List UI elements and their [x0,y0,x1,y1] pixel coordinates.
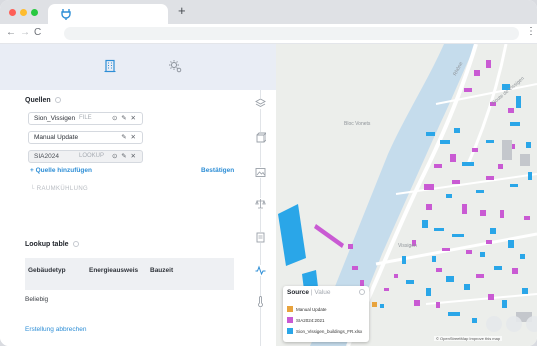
close-window-button[interactable] [9,9,16,16]
zoom-in-button[interactable] [506,316,522,332]
source-type: LOOKUP [79,153,105,159]
map-label-street: Vissigen [398,243,417,249]
legend-item-sia2024: SIA2024:2021 [287,317,325,324]
lookup-table-header: Gebäudetyp Energieausweis Bauzeit [25,258,234,290]
legend-title-source[interactable]: Source [287,289,309,296]
browser-menu-button[interactable]: ⋮ [526,26,536,38]
map-attribution[interactable]: © OpenStreetMap Improve this map [434,336,503,341]
scale-icon[interactable] [255,198,266,209]
step-rail [245,90,276,346]
cancel-creation-button[interactable]: Erstellung abbrechen [25,326,86,333]
minimize-window-button[interactable] [20,9,27,16]
browser-toolbar: ← → C ⋮ [0,24,537,44]
legend-settings-icon[interactable] [359,289,365,295]
zoom-out-button[interactable] [526,316,537,332]
legend-title: Source | Value [287,289,331,296]
info-icon[interactable] [72,241,79,247]
sources-panel [0,90,245,346]
map-legend: Source | Value Manual Update SIA2024:202… [283,286,369,342]
browser-window: + ← → C ⋮ Quellen Sion_Vissigen FILE ⊙ ✎… [0,0,537,346]
source-actions[interactable]: ✎ ✕ [121,132,137,143]
activity-icon[interactable] [255,265,266,276]
layers-icon[interactable] [255,98,266,109]
source-row-manual-update[interactable]: Manual Update ✎ ✕ [28,131,143,144]
reload-button[interactable]: C [34,27,41,39]
confirm-button[interactable]: Bestätigen [201,167,234,174]
column-gebaeudetyp[interactable]: Gebäudetyp [28,267,66,274]
source-name: Manual Update [34,134,79,141]
browser-tab-active[interactable] [48,4,168,24]
sources-title: Quellen [25,97,61,104]
sun-settings-icon[interactable] [168,59,182,73]
forward-button[interactable]: → [20,27,30,39]
info-icon[interactable] [54,97,61,103]
column-energieausweis[interactable]: Energieausweis [89,267,138,274]
cube-icon[interactable] [255,132,266,143]
sources-title-text: Quellen [25,97,51,104]
maximize-window-button[interactable] [31,9,38,16]
swatch-magenta [287,317,293,323]
lookup-table-row[interactable]: Beliebig [25,296,48,303]
lookup-table-title: Lookup table [25,241,79,248]
source-actions[interactable]: ⊙ ✎ ✕ [112,151,137,162]
image-icon[interactable] [255,167,266,178]
legend-label: SIA2024:2021 [296,318,325,323]
source-row-sia2024[interactable]: SIA2024 LOOKUP ⊙ ✎ ✕ [28,150,143,163]
legend-item-manual-update: Manual Update [287,306,327,313]
column-bauzeit[interactable]: Bauzeit [150,267,173,274]
rail-line [260,90,261,346]
browser-titlebar: + [0,0,537,24]
source-name: Sion_Vissigen [34,115,76,122]
thermometer-icon[interactable] [255,296,266,307]
swatch-blue [287,328,293,334]
back-button[interactable]: ← [6,27,16,39]
legend-label: Sion_Vissigen_buildings_FR.xlsx [296,329,363,334]
map-label-bloc: Bloc Vonets [344,121,371,127]
source-type: FILE [79,115,92,121]
legend-label: Manual Update [296,307,327,312]
sub-item-raumkuehlung[interactable]: └ RAUMKÜHLUNG [30,186,88,192]
document-icon[interactable] [255,232,266,243]
source-name: SIA2024 [34,153,59,160]
source-actions[interactable]: ⊙ ✎ ✕ [112,113,137,124]
new-tab-button[interactable]: + [178,3,186,19]
plug-icon [61,9,71,20]
lookup-table-title-text: Lookup table [25,241,69,248]
address-bar[interactable] [64,27,519,40]
source-row-sion-vissigen[interactable]: Sion_Vissigen FILE ⊙ ✎ ✕ [28,112,143,125]
building-icon[interactable] [103,59,117,73]
add-source-button[interactable]: + Quelle hinzufügen [30,167,92,174]
legend-title-value[interactable]: Value [314,289,330,296]
panel-header-tabs [0,44,276,90]
map-3d-button[interactable] [486,316,502,332]
legend-item-sion-vissigen: Sion_Vissigen_buildings_FR.xlsx [287,328,362,335]
swatch-orange [287,306,293,312]
